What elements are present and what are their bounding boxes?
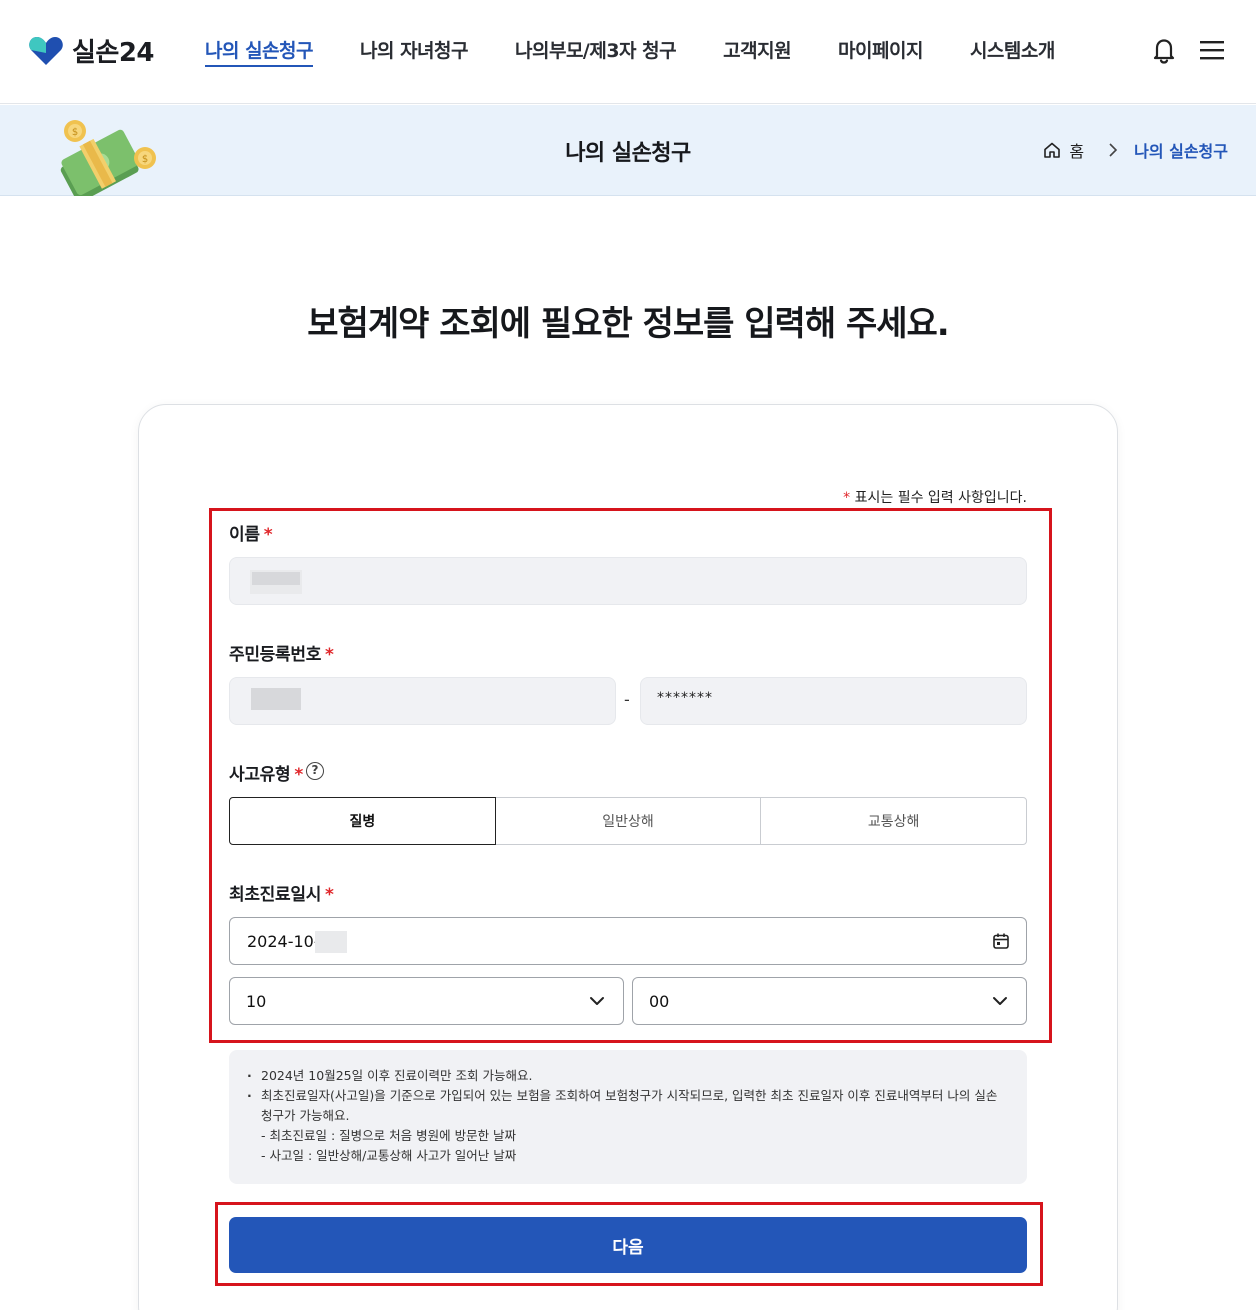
hour-select[interactable]: 10 bbox=[229, 977, 624, 1025]
rrn-label: 주민등록번호 * bbox=[229, 645, 334, 665]
info-notice: 2024년 10월25일 이후 진료이력만 조회 가능해요. 최초진료일자(사고… bbox=[229, 1050, 1027, 1184]
breadcrumb: 홈 나의 실손청구 bbox=[1043, 138, 1228, 162]
hour-value: 10 bbox=[246, 992, 267, 1011]
accident-type-traffic-injury[interactable]: 교통상해 bbox=[760, 797, 1028, 845]
first-visit-date-input[interactable]: 2024-10- bbox=[229, 917, 1027, 965]
home-icon[interactable] bbox=[1043, 141, 1061, 159]
breadcrumb-current[interactable]: 나의 실손청구 bbox=[1134, 138, 1228, 162]
chevron-down-icon bbox=[590, 997, 604, 1005]
accident-type-label: 사고유형 * bbox=[229, 765, 303, 785]
accident-type-general-injury[interactable]: 일반상해 bbox=[494, 797, 762, 845]
nav-child-claim[interactable]: 나의 자녀청구 bbox=[360, 36, 469, 67]
logo[interactable]: 실손24 bbox=[28, 32, 155, 69]
logo-text: 실손24 bbox=[72, 38, 155, 68]
nav-system-intro[interactable]: 시스템소개 bbox=[970, 36, 1055, 67]
top-header: 실손24 나의 실손청구 나의 자녀청구 나의부모/제3자 청구 고객지원 마이… bbox=[0, 0, 1256, 104]
rrn-back-value: ******* bbox=[657, 690, 713, 706]
minute-value: 00 bbox=[649, 992, 670, 1011]
accident-type-selector: 질병 일반상해 교통상해 bbox=[229, 797, 1028, 845]
accident-type-disease[interactable]: 질병 bbox=[229, 797, 496, 845]
name-input[interactable] bbox=[229, 557, 1027, 605]
chevron-down-icon bbox=[993, 997, 1007, 1005]
name-redaction-inner bbox=[252, 572, 300, 585]
nav-support[interactable]: 고객지원 bbox=[723, 36, 791, 67]
main-nav: 나의 실손청구 나의 자녀청구 나의부모/제3자 청구 고객지원 마이페이지 시… bbox=[205, 36, 1102, 67]
help-icon[interactable]: ? bbox=[306, 762, 324, 780]
required-note: * 표시는 필수 입력 사항입니다. bbox=[760, 487, 1027, 507]
menu-icon[interactable] bbox=[1199, 39, 1225, 61]
nav-mypage[interactable]: 마이페이지 bbox=[838, 36, 923, 67]
rrn-front-input[interactable] bbox=[229, 677, 616, 725]
page-banner: $ $ 나의 실손청구 홈 나의 실손청구 bbox=[0, 105, 1256, 196]
calendar-icon[interactable] bbox=[992, 932, 1010, 950]
first-visit-label: 최초진료일시 * bbox=[229, 885, 334, 905]
name-label: 이름 * bbox=[229, 525, 273, 545]
next-button[interactable]: 다음 bbox=[229, 1217, 1027, 1273]
rrn-dash: - bbox=[624, 690, 630, 709]
bell-icon[interactable] bbox=[1150, 36, 1178, 64]
info-item: 2024년 10월25일 이후 진료이력만 조회 가능해요. bbox=[247, 1066, 1003, 1086]
date-value: 2024-10- bbox=[247, 932, 320, 951]
heart-logo-icon bbox=[29, 36, 63, 65]
info-item: 최초진료일자(사고일)을 기준으로 가입되어 있는 보험을 조회하여 보험청구가… bbox=[247, 1086, 1003, 1166]
date-redaction bbox=[315, 931, 347, 953]
nav-my-claim[interactable]: 나의 실손청구 bbox=[205, 36, 314, 67]
rrn-front-redaction bbox=[251, 688, 301, 710]
page-heading: 보험계약 조회에 필요한 정보를 입력해 주세요. bbox=[307, 304, 949, 344]
nav-parent-claim[interactable]: 나의부모/제3자 청구 bbox=[515, 36, 677, 67]
minute-select[interactable]: 00 bbox=[632, 977, 1027, 1025]
required-note-text: 표시는 필수 입력 사항입니다. bbox=[854, 490, 1027, 506]
chevron-right-icon bbox=[1109, 143, 1118, 157]
required-star: * bbox=[843, 490, 851, 506]
rrn-back-input[interactable]: ******* bbox=[640, 677, 1027, 725]
breadcrumb-home[interactable]: 홈 bbox=[1069, 138, 1084, 162]
